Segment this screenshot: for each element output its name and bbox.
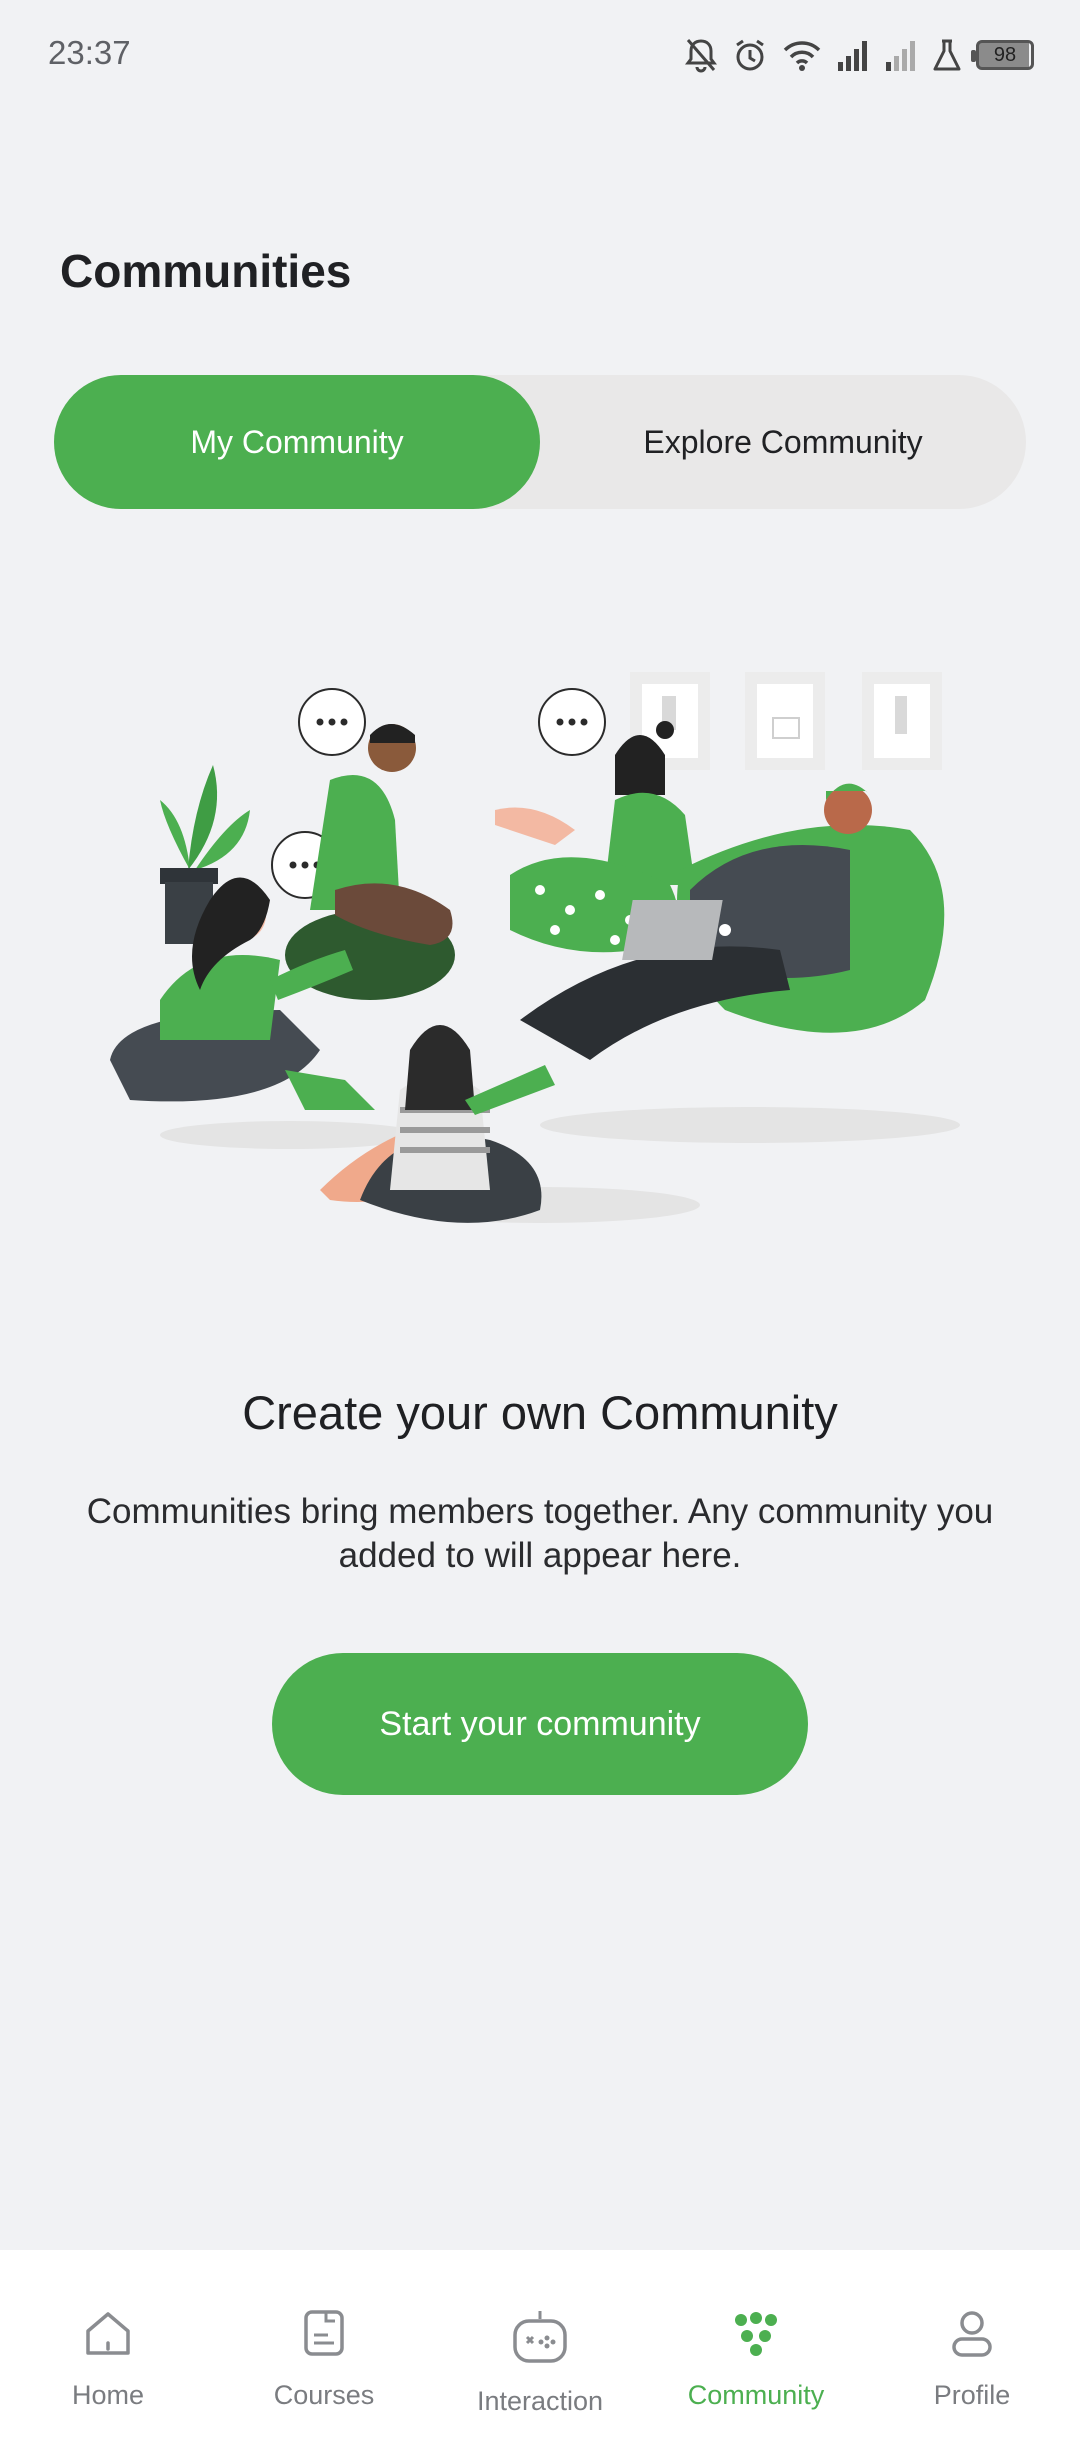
page-title: Communities [60, 245, 352, 297]
bottom-nav: Home Courses Interaction Community Profi… [0, 2250, 1080, 2460]
alarm-icon [732, 37, 768, 73]
start-community-button[interactable]: Start your community [272, 1653, 808, 1795]
wifi-icon [782, 38, 822, 72]
signal-icon [836, 38, 870, 72]
battery-level: 98 [993, 43, 1017, 66]
community-illustration [110, 672, 960, 1223]
battery-icon: 98 [971, 40, 1034, 70]
bell-off-icon [684, 37, 718, 73]
nav-item-community[interactable]: Community [648, 2250, 864, 2460]
nav-label-courses: Courses [273, 2380, 375, 2410]
tab-my-community[interactable]: My Community [54, 375, 540, 509]
nav-label-interaction: Interaction [476, 2386, 604, 2416]
community-tabs: My Community Explore Community [54, 375, 1026, 509]
empty-state-headline: Create your own Community [242, 1386, 838, 1439]
nav-label-community: Community [687, 2380, 825, 2410]
nav-item-profile[interactable]: Profile [864, 2250, 1080, 2460]
nav-item-courses[interactable]: Courses [216, 2250, 432, 2460]
courses-icon [296, 2305, 352, 2366]
profile-icon [944, 2305, 1000, 2366]
home-icon [80, 2305, 136, 2366]
signal-weak-icon [884, 38, 918, 72]
tab-explore-community[interactable]: Explore Community [540, 375, 1026, 509]
nav-label-home: Home [71, 2380, 145, 2410]
gamepad-icon [509, 2305, 571, 2372]
status-bar: 23:37 98 [0, 0, 1080, 110]
community-icon [728, 2305, 784, 2366]
status-time: 23:37 [48, 34, 131, 71]
empty-state-description: Communities bring members together. Any … [86, 1492, 994, 1575]
status-icons: 98 [684, 30, 1034, 80]
nav-item-interaction[interactable]: Interaction [432, 2250, 648, 2460]
nav-label-profile: Profile [933, 2380, 1011, 2410]
flask-icon [932, 38, 962, 72]
nav-item-home[interactable]: Home [0, 2250, 216, 2460]
